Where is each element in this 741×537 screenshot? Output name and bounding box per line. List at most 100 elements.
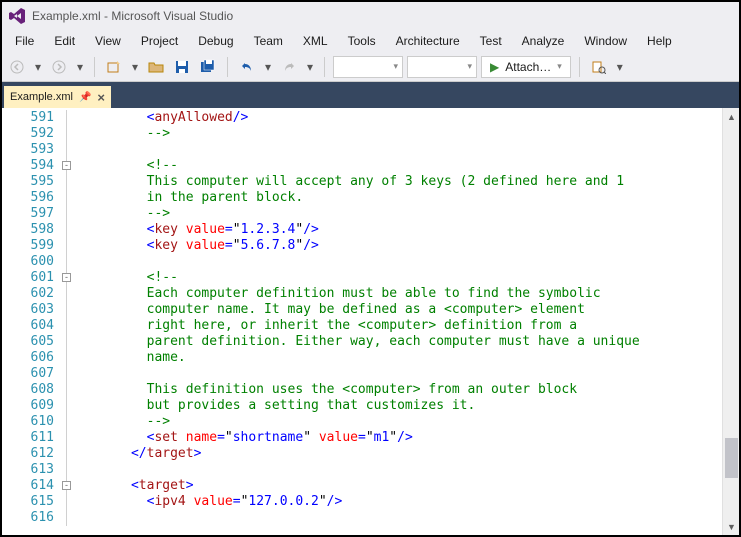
vs-logo-icon — [8, 7, 26, 25]
attach-button[interactable]: ▶ Attach… ▾ — [481, 56, 571, 78]
solution-config-dropdown[interactable]: ▾ — [333, 56, 403, 78]
line-number: 608 — [20, 382, 60, 398]
code-line[interactable]: right here, or inherit the <computer> de… — [76, 318, 722, 334]
indicator-margin[interactable] — [2, 108, 20, 535]
menu-analyze[interactable]: Analyze — [513, 32, 574, 50]
solution-platform-dropdown[interactable]: ▾ — [407, 56, 477, 78]
menu-view[interactable]: View — [86, 32, 130, 50]
close-icon[interactable]: × — [97, 90, 105, 105]
attach-label: Attach… — [505, 60, 551, 74]
line-number-gutter[interactable]: 5915925935945955965975985996006016026036… — [20, 108, 60, 535]
save-all-button[interactable] — [197, 56, 219, 78]
menu-help[interactable]: Help — [638, 32, 681, 50]
code-line[interactable]: This definition uses the <computer> from… — [76, 382, 722, 398]
code-line[interactable]: <anyAllowed/> — [76, 110, 722, 126]
tab-label: Example.xml — [10, 91, 73, 103]
nav-forward-dropdown[interactable]: ▾ — [74, 56, 86, 78]
code-line[interactable]: --> — [76, 126, 722, 142]
fold-toggle-icon[interactable]: - — [62, 161, 71, 170]
line-number: 592 — [20, 126, 60, 142]
line-number: 609 — [20, 398, 60, 414]
line-number: 600 — [20, 254, 60, 270]
menu-window[interactable]: Window — [575, 32, 636, 50]
code-line[interactable]: --> — [76, 414, 722, 430]
find-button[interactable] — [588, 56, 610, 78]
code-area[interactable]: <anyAllowed/> --> <!-- This computer wil… — [76, 108, 722, 535]
line-number: 613 — [20, 462, 60, 478]
code-line[interactable]: <key value="5.6.7.8"/> — [76, 238, 722, 254]
line-number: 591 — [20, 110, 60, 126]
scroll-down-arrow-icon[interactable]: ▼ — [723, 518, 739, 535]
titlebar[interactable]: Example.xml - Microsoft Visual Studio — [2, 2, 739, 30]
menu-architecture[interactable]: Architecture — [387, 32, 469, 50]
menu-debug[interactable]: Debug — [189, 32, 242, 50]
code-line[interactable]: <key value="1.2.3.4"/> — [76, 222, 722, 238]
menu-team[interactable]: Team — [245, 32, 292, 50]
nav-back-dropdown[interactable]: ▾ — [32, 56, 44, 78]
toolbar-separator — [94, 57, 95, 77]
toolbar-separator — [579, 57, 580, 77]
line-number: 603 — [20, 302, 60, 318]
menu-test[interactable]: Test — [471, 32, 511, 50]
vertical-scrollbar[interactable]: ▲ ▼ — [722, 108, 739, 535]
line-number: 601 — [20, 270, 60, 286]
toolbar-separator — [227, 57, 228, 77]
code-line[interactable]: name. — [76, 350, 722, 366]
new-project-button[interactable] — [103, 56, 125, 78]
line-number: 595 — [20, 174, 60, 190]
code-line[interactable]: in the parent block. — [76, 190, 722, 206]
code-line[interactable] — [76, 462, 722, 478]
line-number: 599 — [20, 238, 60, 254]
code-line[interactable] — [76, 254, 722, 270]
pin-icon[interactable]: 📌 — [79, 92, 91, 103]
chevron-down-icon: ▾ — [557, 61, 562, 72]
line-number: 605 — [20, 334, 60, 350]
line-number: 610 — [20, 414, 60, 430]
tab-well: Example.xml 📌 × — [2, 82, 739, 108]
code-line[interactable]: </target> — [76, 446, 722, 462]
outlining-margin[interactable]: - - - — [60, 108, 76, 535]
code-line[interactable] — [76, 142, 722, 158]
line-number: 604 — [20, 318, 60, 334]
line-number: 612 — [20, 446, 60, 462]
code-line[interactable]: Each computer definition must be able to… — [76, 286, 722, 302]
scroll-thumb[interactable] — [725, 438, 738, 478]
save-button[interactable] — [171, 56, 193, 78]
window-title: Example.xml - Microsoft Visual Studio — [32, 9, 233, 23]
code-editor[interactable]: 5915925935945955965975985996006016026036… — [2, 108, 739, 535]
code-line[interactable]: --> — [76, 206, 722, 222]
code-line[interactable]: parent definition. Either way, each comp… — [76, 334, 722, 350]
line-number: 615 — [20, 494, 60, 510]
code-line[interactable]: but provides a setting that customizes i… — [76, 398, 722, 414]
code-line[interactable]: This computer will accept any of 3 keys … — [76, 174, 722, 190]
code-line[interactable]: <target> — [76, 478, 722, 494]
new-project-dropdown[interactable]: ▾ — [129, 56, 141, 78]
nav-forward-button[interactable] — [48, 56, 70, 78]
line-number: 611 — [20, 430, 60, 446]
scroll-up-arrow-icon[interactable]: ▲ — [723, 108, 739, 125]
nav-back-button[interactable] — [6, 56, 28, 78]
line-number: 593 — [20, 142, 60, 158]
code-line[interactable] — [76, 366, 722, 382]
menu-tools[interactable]: Tools — [339, 32, 385, 50]
fold-toggle-icon[interactable]: - — [62, 273, 71, 282]
open-file-button[interactable] — [145, 56, 167, 78]
redo-dropdown[interactable]: ▾ — [304, 56, 316, 78]
code-line[interactable]: <set name="shortname" value="m1"/> — [76, 430, 722, 446]
find-dropdown[interactable]: ▾ — [614, 56, 626, 78]
menu-file[interactable]: File — [6, 32, 43, 50]
code-line[interactable]: <ipv4 value="127.0.0.2"/> — [76, 494, 722, 510]
undo-dropdown[interactable]: ▾ — [262, 56, 274, 78]
menu-edit[interactable]: Edit — [45, 32, 84, 50]
undo-button[interactable] — [236, 56, 258, 78]
menu-project[interactable]: Project — [132, 32, 187, 50]
code-line[interactable] — [76, 510, 722, 526]
code-line[interactable]: <!-- — [76, 158, 722, 174]
toolbar: ▾ ▾ ▾ ▾ ▾ ▾ ▾ ▶ Attach… ▾ ▾ — [2, 52, 739, 82]
tab-example-xml[interactable]: Example.xml 📌 × — [4, 86, 111, 108]
code-line[interactable]: <!-- — [76, 270, 722, 286]
code-line[interactable]: computer name. It may be defined as a <c… — [76, 302, 722, 318]
fold-toggle-icon[interactable]: - — [62, 481, 71, 490]
menu-xml[interactable]: XML — [294, 32, 337, 50]
redo-button[interactable] — [278, 56, 300, 78]
